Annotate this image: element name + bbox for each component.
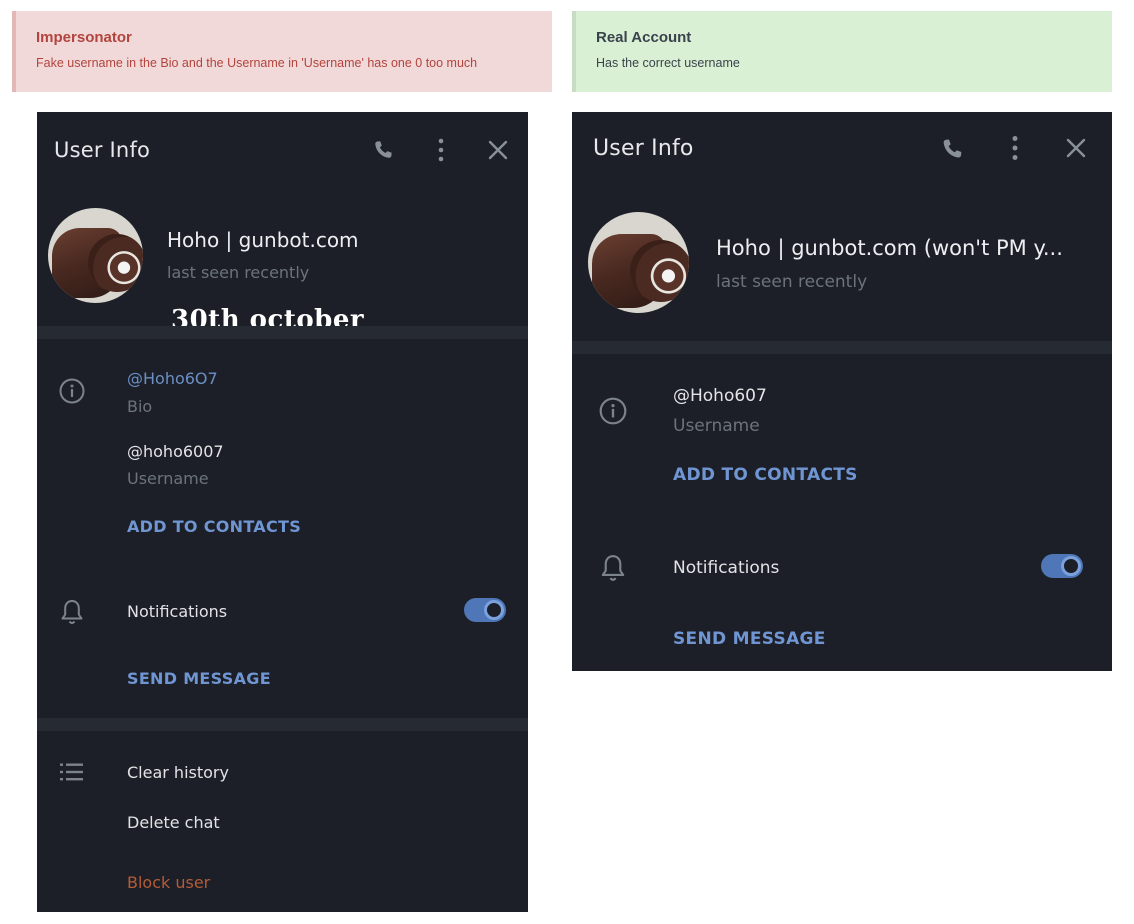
- notifications-toggle[interactable]: [464, 598, 506, 622]
- section-divider: [37, 326, 528, 339]
- section-divider: [572, 341, 1112, 354]
- bio-handle[interactable]: @Hoho6O7: [127, 369, 218, 388]
- send-message-button[interactable]: SEND MESSAGE: [127, 669, 271, 688]
- callout-title: Real Account: [596, 29, 692, 46]
- callout-title: Impersonator: [36, 29, 132, 46]
- notifications-toggle[interactable]: [1041, 554, 1083, 578]
- notifications-label: Notifications: [127, 602, 228, 621]
- real-account-callout: Real Account Has the correct username: [572, 11, 1112, 92]
- info-icon: [58, 377, 86, 405]
- username-label: Username: [127, 469, 209, 488]
- close-icon[interactable]: [1065, 137, 1087, 159]
- add-to-contacts-button[interactable]: ADD TO CONTACTS: [127, 517, 301, 536]
- avatar[interactable]: [588, 212, 689, 313]
- more-vertical-icon[interactable]: [1003, 134, 1027, 162]
- bio-label: Bio: [127, 397, 153, 416]
- more-vertical-icon[interactable]: [429, 137, 453, 163]
- avatar[interactable]: [48, 208, 143, 303]
- user-display-name: Hoho | gunbot.com (won't PM y...: [716, 236, 1063, 260]
- impersonator-callout: Impersonator Fake username in the Bio an…: [12, 11, 552, 92]
- callout-description: Fake username in the Bio and the Usernam…: [36, 56, 478, 70]
- callout-description: Has the correct username: [596, 56, 740, 70]
- clear-history-item[interactable]: Clear history: [127, 763, 229, 782]
- list-icon: [59, 762, 85, 782]
- info-icon: [598, 396, 628, 426]
- bell-icon: [59, 598, 85, 626]
- panel-title: User Info: [54, 138, 151, 162]
- notifications-label: Notifications: [673, 558, 780, 578]
- add-to-contacts-button[interactable]: ADD TO CONTACTS: [673, 465, 858, 485]
- panel-title: User Info: [593, 136, 694, 161]
- delete-chat-item[interactable]: Delete chat: [127, 813, 220, 832]
- fake-user-info-panel: User Info Hoho | gunbot.com last seen re…: [37, 112, 528, 912]
- last-seen-status: last seen recently: [716, 272, 868, 292]
- send-message-button[interactable]: SEND MESSAGE: [673, 629, 826, 649]
- real-user-info-panel: User Info Hoho | gunbot.com (won't PM y.…: [572, 112, 1112, 671]
- bell-icon: [599, 553, 627, 583]
- phone-icon[interactable]: [371, 138, 395, 162]
- phone-icon[interactable]: [939, 136, 965, 162]
- section-divider: [37, 718, 528, 731]
- username-label: Username: [673, 416, 760, 436]
- user-display-name: Hoho | gunbot.com: [167, 228, 359, 252]
- last-seen-status: last seen recently: [167, 263, 310, 282]
- close-icon[interactable]: [487, 139, 509, 161]
- block-user-item[interactable]: Block user: [127, 873, 210, 892]
- username-value[interactable]: @Hoho607: [673, 386, 767, 406]
- username-value[interactable]: @hoho6007: [127, 442, 224, 461]
